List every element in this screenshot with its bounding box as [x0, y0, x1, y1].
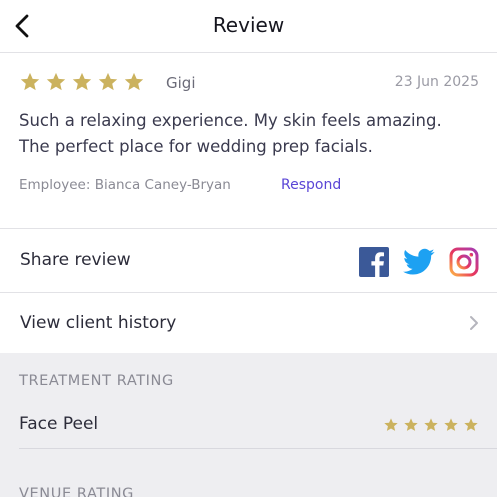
star-icon: [98, 72, 118, 91]
star-icon: [424, 418, 438, 431]
respond-link[interactable]: Respond: [281, 177, 341, 193]
star-icon: [404, 418, 418, 431]
view-client-history-row[interactable]: View client history: [0, 293, 497, 355]
employee-name: Employee: Bianca Caney-Bryan: [19, 177, 231, 193]
treatment-name: Face Peel: [19, 414, 99, 434]
star-icon: [124, 72, 144, 91]
view-client-history-label: View client history: [20, 313, 177, 333]
review-text-line: The perfect place for wedding prep facia…: [19, 137, 373, 156]
facebook-icon[interactable]: [359, 247, 389, 277]
treatment-rating-row: Face Peel: [0, 400, 497, 448]
reviewer-name: Gigi: [166, 74, 196, 92]
share-review-row: Share review: [0, 230, 497, 292]
review-text-line: Such a relaxing experience. My skin feel…: [19, 111, 442, 130]
page-title: Review: [212, 13, 285, 37]
social-share-icons: [345, 247, 479, 277]
chevron-right-icon: [470, 316, 478, 330]
venue-rating-heading: VENUE RATING: [19, 486, 135, 497]
treatment-stars: [379, 417, 479, 433]
star-icon: [464, 418, 478, 431]
top-bar: Review: [0, 0, 497, 53]
share-review-label: Share review: [20, 250, 131, 270]
star-icon: [72, 72, 92, 91]
divider: [19, 448, 497, 449]
twitter-icon[interactable]: [403, 248, 435, 276]
treatment-rating-heading: TREATMENT RATING: [19, 373, 174, 389]
review-date: 23 Jun 2025: [394, 74, 479, 90]
divider: [0, 228, 497, 229]
review-stars: [19, 71, 149, 93]
star-icon: [46, 72, 66, 91]
instagram-icon[interactable]: [449, 247, 479, 277]
star-icon: [444, 418, 458, 431]
star-icon: [384, 418, 398, 431]
review-text: Such a relaxing experience. My skin feel…: [19, 108, 489, 160]
review-card: Gigi 23 Jun 2025 Such a relaxing experie…: [0, 54, 497, 228]
star-icon: [20, 72, 40, 91]
